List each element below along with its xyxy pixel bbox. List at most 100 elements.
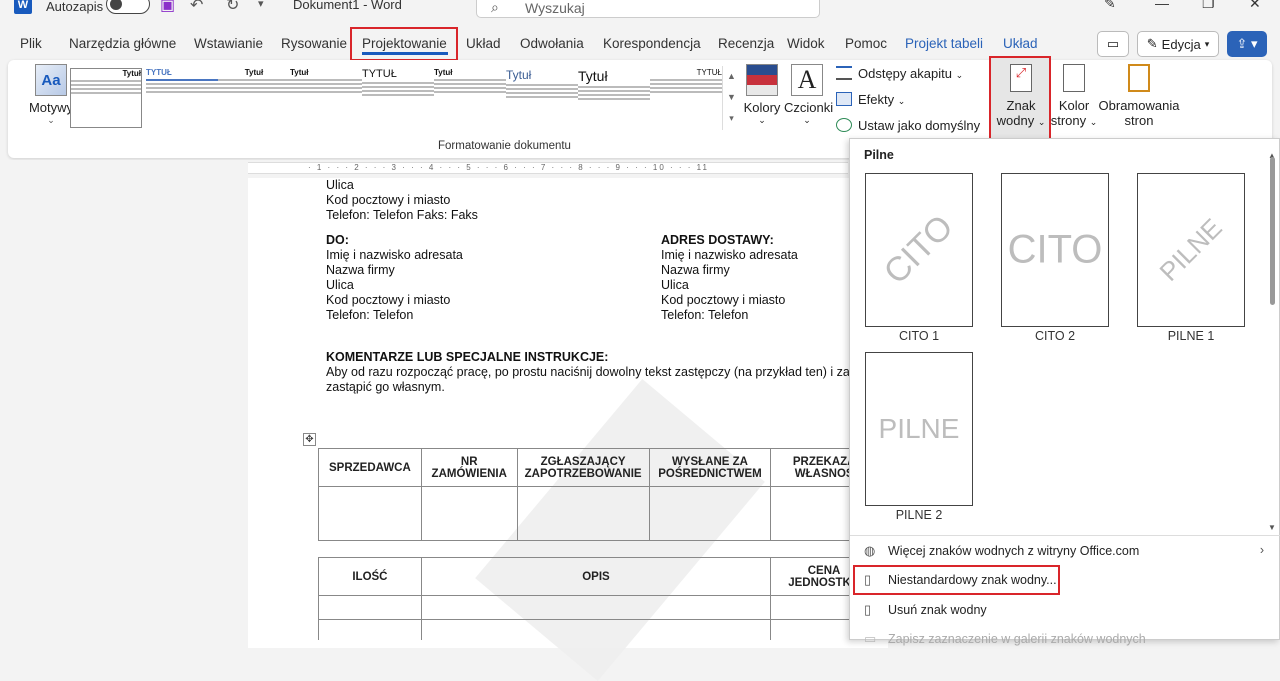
- shipping-address[interactable]: ADRES DOSTAWY: Imię i nazwisko adresata …: [661, 233, 798, 323]
- tab-home[interactable]: Narzędzia główne: [69, 36, 176, 51]
- search-box[interactable]: ⌕ Wyszukaj: [476, 0, 820, 18]
- style-set-1[interactable]: Tytuł: [70, 68, 142, 128]
- autosave-toggle[interactable]: [106, 0, 150, 14]
- table-cell[interactable]: [516, 486, 650, 541]
- table-header-cell[interactable]: CENA JEDNOSTKO: [770, 557, 849, 596]
- chevron-down-icon: ⌄: [955, 70, 964, 80]
- editing-mode-label: Edycja: [1161, 36, 1201, 52]
- tab-insert[interactable]: Wstawianie: [194, 36, 263, 51]
- style-set-7[interactable]: Tytuł: [506, 68, 578, 128]
- more-watermarks-office-item[interactable]: ◍ Więcej znaków wodnych z witryny Office.…: [864, 543, 1264, 559]
- editing-mode-button[interactable]: ✎ Edycja ▾: [1137, 31, 1219, 57]
- watermark-option-label: PILNE 2: [895, 508, 943, 522]
- table-header-cell[interactable]: OPIS: [420, 557, 772, 596]
- tab-review[interactable]: Recenzja: [718, 36, 774, 51]
- close-icon[interactable]: ✕: [1249, 0, 1261, 12]
- share-button[interactable]: ⇪ ▾: [1227, 31, 1267, 57]
- effects-button[interactable]: Efekty ⌄: [836, 92, 905, 107]
- tab-layout[interactable]: Układ: [466, 36, 501, 51]
- comments-section[interactable]: KOMENTARZE LUB SPECJALNE INSTRUKCJE: Aby…: [326, 350, 850, 395]
- ribbon-tabs: Plik Narzędzia główne Wstawianie Rysowan…: [0, 30, 1280, 60]
- save-icon[interactable]: ▣: [160, 0, 175, 15]
- dropdown-scrollbar[interactable]: ▲ ▼: [1265, 151, 1279, 535]
- table-move-handle-icon[interactable]: ✥: [303, 433, 316, 446]
- effects-label: Efekty: [858, 92, 895, 107]
- colors-button[interactable]: Kolory ⌄: [742, 64, 782, 126]
- table-header-cell[interactable]: SPRZEDAWCA: [318, 448, 422, 487]
- table-cell[interactable]: [420, 486, 518, 541]
- style-set-6[interactable]: Tytuł: [434, 68, 506, 128]
- table-cell[interactable]: [770, 595, 849, 620]
- remove-watermark-icon: ▯: [864, 602, 872, 617]
- comments-button[interactable]: ▭: [1097, 31, 1129, 57]
- table-header-cell[interactable]: ZGŁASZAJĄCY ZAPOTRZEBOWANIE: [516, 448, 650, 487]
- gallery-more-icon[interactable]: ▾: [723, 108, 740, 129]
- table-cell[interactable]: [770, 486, 849, 541]
- chevron-down-icon: ⌄: [897, 96, 906, 106]
- table-header-cell[interactable]: WYSŁANE ZA POŚREDNICTWEM: [648, 448, 772, 487]
- minimize-icon[interactable]: —: [1155, 0, 1169, 11]
- redo-icon[interactable]: ↻: [226, 0, 239, 15]
- table-header-cell[interactable]: PRZEKAZA WŁASNOŚ: [770, 448, 849, 487]
- undo-icon[interactable]: ↶: [190, 0, 203, 15]
- scroll-down-icon[interactable]: ▼: [1268, 523, 1276, 532]
- style-set-5[interactable]: TYTUŁ: [362, 68, 434, 128]
- watermark-option-cito-1[interactable]: CITO: [865, 173, 973, 327]
- scroll-up-icon[interactable]: ▲: [723, 66, 740, 87]
- customize-qat-icon[interactable]: ▾: [258, 0, 264, 10]
- fonts-button[interactable]: A Czcionki ⌄: [784, 64, 834, 126]
- tab-file[interactable]: Plik: [20, 36, 42, 51]
- remove-watermark-item[interactable]: ▯ Usuń znak wodny: [864, 602, 987, 618]
- tab-view[interactable]: Widok: [787, 36, 825, 51]
- tab-help[interactable]: Pomoc: [845, 36, 887, 51]
- page-color-label: Kolor: [1058, 98, 1090, 113]
- table-cell[interactable]: [318, 595, 422, 620]
- table-cell[interactable]: [648, 486, 772, 541]
- tab-mailings[interactable]: Korespondencja: [603, 36, 701, 51]
- style-set-8[interactable]: Tytuł: [578, 68, 650, 128]
- order-table-1[interactable]: SPRZEDAWCA NR ZAMÓWIENIA ZGŁASZAJĄCY ZAP…: [318, 448, 849, 541]
- tab-table-layout[interactable]: Układ: [1003, 36, 1038, 51]
- tab-table-design[interactable]: Projekt tabeli: [905, 36, 983, 51]
- watermark-option-cito-2[interactable]: CITO: [1001, 173, 1109, 327]
- themes-button[interactable]: Aa Motywy ⌄: [26, 64, 76, 126]
- scroll-down-icon[interactable]: ▼: [723, 87, 740, 108]
- scroll-thumb[interactable]: [1270, 157, 1275, 305]
- vertical-ruler[interactable]: [0, 180, 18, 640]
- custom-watermark-highlight: [853, 565, 1060, 595]
- themes-icon: Aa: [35, 64, 67, 96]
- style-set-4[interactable]: Tytuł: [290, 68, 362, 128]
- search-icon: ⌕: [491, 0, 499, 15]
- maximize-icon[interactable]: ❐: [1202, 0, 1215, 12]
- paragraph-spacing-button[interactable]: Odstępy akapitu ⌄: [836, 66, 963, 81]
- from-address[interactable]: Ulica Kod pocztowy i miasto Telefon: Tel…: [326, 178, 478, 223]
- watermark-option-pilne-2[interactable]: PILNE: [865, 352, 973, 506]
- table-cell[interactable]: [420, 595, 772, 620]
- table-cell[interactable]: [318, 486, 422, 541]
- fonts-label: Czcionki: [784, 100, 834, 115]
- pencil-icon: ✎: [1146, 36, 1158, 51]
- table-cell[interactable]: [770, 619, 849, 640]
- style-set-3[interactable]: Tytuł: [218, 68, 290, 128]
- table-header-cell[interactable]: ILOŚĆ: [318, 557, 422, 596]
- set-as-default-button[interactable]: Ustaw jako domyślny: [836, 118, 980, 133]
- watermark-button[interactable]: ⤢ Znak wodny ⌄: [995, 64, 1047, 128]
- style-set-2[interactable]: TYTUŁ: [146, 68, 218, 128]
- order-table-2[interactable]: ILOŚĆ OPIS CENA JEDNOSTKO: [318, 557, 849, 640]
- page-color-button[interactable]: Kolor strony ⌄: [1050, 64, 1098, 128]
- table-header-cell[interactable]: NR ZAMÓWIENIA: [420, 448, 518, 487]
- watermark-option-pilne-1[interactable]: PILNE: [1137, 173, 1245, 327]
- table-cell[interactable]: [420, 619, 772, 640]
- page-borders-button[interactable]: Obramowania stron: [1098, 64, 1180, 128]
- tab-draw[interactable]: Rysowanie: [281, 36, 347, 51]
- pen-icon[interactable]: ✎: [1104, 0, 1116, 12]
- style-set-9[interactable]: TYTUŁ: [650, 68, 722, 128]
- to-address[interactable]: DO: Imię i nazwisko adresata Nazwa firmy…: [326, 233, 463, 323]
- table-cell[interactable]: [318, 619, 422, 640]
- chevron-right-icon: ›: [1259, 543, 1264, 557]
- gallery-scroll[interactable]: ▲ ▼ ▾: [722, 66, 740, 130]
- tab-references[interactable]: Odwołania: [520, 36, 584, 51]
- share-icon: ⇪ ▾: [1236, 36, 1258, 51]
- watermark-option-label: PILNE 1: [1167, 329, 1215, 343]
- watermark-option-label: CITO 2: [1034, 329, 1076, 343]
